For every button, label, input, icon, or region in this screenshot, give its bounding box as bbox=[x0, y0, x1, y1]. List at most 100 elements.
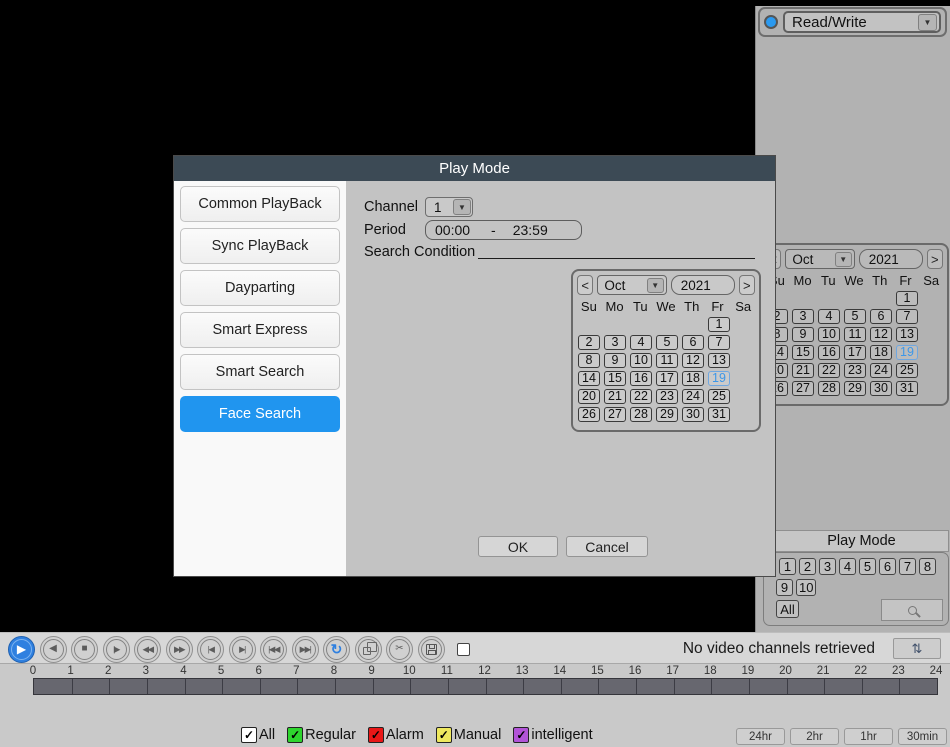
swap-button[interactable]: ⇅ bbox=[893, 638, 941, 659]
disk-mode-radio-icon[interactable] bbox=[764, 15, 778, 29]
channel-button-3[interactable]: 3 bbox=[819, 558, 836, 575]
ok-button[interactable]: OK bbox=[478, 536, 558, 557]
ctrl-slow-play-button[interactable]: |▶ bbox=[103, 636, 130, 663]
sidebar-item-smart-search[interactable]: Smart Search bbox=[180, 354, 340, 390]
calendar-date-cell[interactable]: 16 bbox=[818, 345, 840, 360]
legend-checkbox-all[interactable]: ✓ bbox=[241, 727, 257, 743]
timeline-bar[interactable] bbox=[33, 678, 938, 695]
ctrl-next-frame-button[interactable]: ▶| bbox=[229, 636, 256, 663]
calendar-date-cell[interactable]: 6 bbox=[682, 335, 704, 350]
calendar-date-cell[interactable]: 28 bbox=[818, 381, 840, 396]
calendar-date-cell[interactable]: 3 bbox=[792, 309, 814, 324]
calendar-date-cell[interactable]: 7 bbox=[896, 309, 918, 324]
ctrl-next-file-button[interactable]: ▶▶| bbox=[292, 636, 319, 663]
calendar-date-cell[interactable]: 30 bbox=[682, 407, 704, 422]
chevron-down-icon[interactable]: ▼ bbox=[453, 199, 471, 215]
calendar-date-cell[interactable]: 5 bbox=[656, 335, 678, 350]
sidebar-item-face-search[interactable]: Face Search bbox=[180, 396, 340, 432]
calendar-date-cell[interactable]: 11 bbox=[844, 327, 866, 342]
calendar-date-cell[interactable]: 31 bbox=[896, 381, 918, 396]
calendar-date-cell[interactable]: 28 bbox=[630, 407, 652, 422]
channel-button-2[interactable]: 2 bbox=[799, 558, 816, 575]
calendar-month-select[interactable]: Oct ▼ bbox=[597, 275, 666, 295]
calendar-date-cell[interactable]: 22 bbox=[818, 363, 840, 378]
sidebar-item-dayparting[interactable]: Dayparting bbox=[180, 270, 340, 306]
calendar-month-select[interactable]: Oct ▼ bbox=[785, 249, 854, 269]
ctrl-copy-button[interactable] bbox=[355, 636, 382, 663]
legend-checkbox-regular[interactable]: ✓ bbox=[287, 727, 303, 743]
calendar-date-cell[interactable]: 13 bbox=[708, 353, 730, 368]
calendar-date-cell[interactable]: 5 bbox=[844, 309, 866, 324]
channel-button-10[interactable]: 10 bbox=[796, 579, 816, 596]
calendar-year-field[interactable]: 2021 bbox=[859, 249, 923, 269]
legend-checkbox-alarm[interactable]: ✓ bbox=[368, 727, 384, 743]
calendar-date-cell[interactable]: 25 bbox=[708, 389, 730, 404]
sidebar-item-smart-express[interactable]: Smart Express bbox=[180, 312, 340, 348]
ctrl-stop-button[interactable]: ■ bbox=[71, 636, 98, 663]
sidebar-item-sync-playback[interactable]: Sync PlayBack bbox=[180, 228, 340, 264]
channel-button-4[interactable]: 4 bbox=[839, 558, 856, 575]
calendar-date-cell[interactable]: 14 bbox=[578, 371, 600, 386]
channel-all-button[interactable]: All bbox=[776, 600, 799, 618]
calendar-date-cell[interactable]: 4 bbox=[818, 309, 840, 324]
calendar-date-cell[interactable]: 10 bbox=[818, 327, 840, 342]
calendar-date-cell[interactable]: 3 bbox=[604, 335, 626, 350]
calendar-date-cell[interactable]: 17 bbox=[656, 371, 678, 386]
ctrl-prev-file-button[interactable]: |◀◀ bbox=[260, 636, 287, 663]
calendar-date-cell[interactable]: 1 bbox=[896, 291, 918, 306]
calendar-date-cell[interactable]: 1 bbox=[708, 317, 730, 332]
calendar-date-cell[interactable]: 29 bbox=[844, 381, 866, 396]
calendar-date-cell[interactable]: 25 bbox=[896, 363, 918, 378]
search-button[interactable] bbox=[881, 599, 943, 621]
ctrl-rewind-button[interactable]: ◀◀ bbox=[134, 636, 161, 663]
playback-select-checkbox[interactable] bbox=[457, 643, 470, 656]
calendar-next-button[interactable]: > bbox=[739, 275, 755, 295]
calendar-date-cell[interactable]: 27 bbox=[604, 407, 626, 422]
calendar-date-cell[interactable]: 26 bbox=[578, 407, 600, 422]
range-button-30min[interactable]: 30min bbox=[898, 728, 947, 745]
ctrl-fast-forward-button[interactable]: ▶▶ bbox=[166, 636, 193, 663]
calendar-date-cell[interactable]: 9 bbox=[792, 327, 814, 342]
period-end[interactable]: 23:59 bbox=[513, 222, 548, 238]
ctrl-reverse-play-button[interactable]: ◀ bbox=[40, 636, 67, 663]
calendar-date-cell[interactable]: 15 bbox=[604, 371, 626, 386]
channel-button-1[interactable]: 1 bbox=[779, 558, 796, 575]
read-write-dropdown[interactable]: Read/Write ▼ bbox=[783, 11, 941, 33]
calendar-date-cell[interactable]: 19 bbox=[708, 371, 730, 386]
calendar-date-cell[interactable]: 12 bbox=[870, 327, 892, 342]
calendar-date-cell[interactable]: 2 bbox=[578, 335, 600, 350]
range-button-24hr[interactable]: 24hr bbox=[736, 728, 785, 745]
calendar-next-button[interactable]: > bbox=[927, 249, 943, 269]
calendar-date-cell[interactable]: 27 bbox=[792, 381, 814, 396]
range-button-2hr[interactable]: 2hr bbox=[790, 728, 839, 745]
calendar-date-cell[interactable]: 23 bbox=[656, 389, 678, 404]
calendar-date-cell[interactable]: 23 bbox=[844, 363, 866, 378]
calendar-date-cell[interactable]: 21 bbox=[604, 389, 626, 404]
ctrl-loop-button[interactable]: ↻ bbox=[323, 636, 350, 663]
calendar-date-cell[interactable]: 9 bbox=[604, 353, 626, 368]
calendar-prev-button[interactable]: < bbox=[577, 275, 593, 295]
calendar-date-cell[interactable]: 13 bbox=[896, 327, 918, 342]
channel-button-5[interactable]: 5 bbox=[859, 558, 876, 575]
chevron-down-icon[interactable]: ▼ bbox=[918, 14, 937, 31]
period-start[interactable]: 00:00 bbox=[435, 222, 470, 238]
channel-dropdown[interactable]: 1 ▼ bbox=[425, 197, 473, 217]
calendar-date-cell[interactable]: 10 bbox=[630, 353, 652, 368]
calendar-date-cell[interactable]: 30 bbox=[870, 381, 892, 396]
calendar-date-cell[interactable]: 29 bbox=[656, 407, 678, 422]
ctrl-prev-frame-button[interactable]: |◀ bbox=[197, 636, 224, 663]
calendar-date-cell[interactable]: 31 bbox=[708, 407, 730, 422]
channel-button-7[interactable]: 7 bbox=[899, 558, 916, 575]
calendar-date-cell[interactable]: 15 bbox=[792, 345, 814, 360]
legend-checkbox-intelligent[interactable]: ✓ bbox=[513, 727, 529, 743]
calendar-date-cell[interactable]: 4 bbox=[630, 335, 652, 350]
calendar-year-field[interactable]: 2021 bbox=[671, 275, 735, 295]
legend-checkbox-manual[interactable]: ✓ bbox=[436, 727, 452, 743]
channel-button-8[interactable]: 8 bbox=[919, 558, 936, 575]
channel-button-9[interactable]: 9 bbox=[776, 579, 793, 596]
channel-button-6[interactable]: 6 bbox=[879, 558, 896, 575]
sidebar-item-common-playback[interactable]: Common PlayBack bbox=[180, 186, 340, 222]
calendar-date-cell[interactable]: 20 bbox=[578, 389, 600, 404]
ctrl-play-button[interactable]: ▶ bbox=[8, 636, 35, 663]
calendar-date-cell[interactable]: 22 bbox=[630, 389, 652, 404]
